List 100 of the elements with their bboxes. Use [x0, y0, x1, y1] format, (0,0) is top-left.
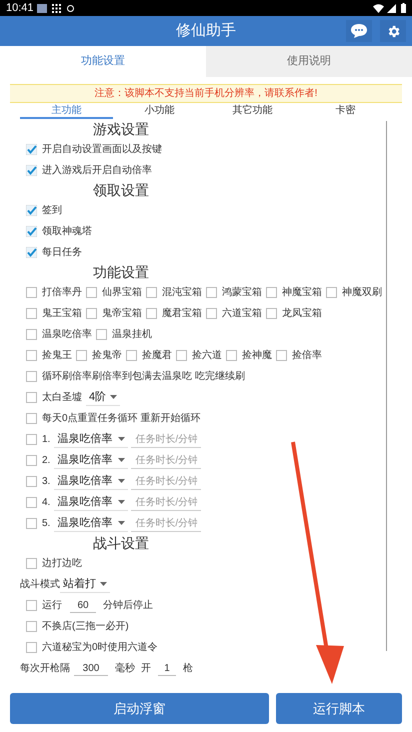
checkbox-box[interactable] — [266, 287, 277, 298]
tab[interactable]: 使用说明 — [206, 46, 412, 77]
checkbox-box[interactable] — [26, 144, 37, 155]
checkbox[interactable]: 鸿蒙宝箱 — [206, 285, 262, 300]
input-field[interactable]: 任务时长/分钟 — [131, 452, 202, 468]
checkbox-box[interactable] — [96, 329, 107, 340]
input-field[interactable]: 任务时长/分钟 — [131, 432, 202, 448]
input-field[interactable]: 任务时长/分钟 — [131, 494, 202, 510]
action-button[interactable]: 启动浮窗 — [10, 693, 269, 724]
checkbox-box[interactable] — [26, 455, 37, 466]
chat-button[interactable] — [346, 20, 372, 42]
checkbox-box[interactable] — [226, 350, 237, 361]
checkbox[interactable]: 仙界宝箱 — [86, 285, 142, 300]
checkbox[interactable]: 鬼王宝箱 — [26, 306, 82, 321]
checkbox[interactable]: 温泉吃倍率 — [26, 327, 92, 342]
checkbox-label: 2. — [42, 454, 50, 468]
checkbox-box[interactable] — [26, 600, 37, 611]
checkbox-box[interactable] — [26, 558, 37, 569]
checkbox[interactable]: 捡神魔 — [226, 348, 272, 363]
checkbox[interactable]: 1. — [26, 432, 50, 447]
checkbox[interactable]: 3. — [26, 474, 50, 489]
checkbox[interactable]: 温泉挂机 — [96, 327, 152, 342]
checkbox[interactable]: 捡鬼帝 — [76, 348, 122, 363]
checkbox[interactable]: 捡魔君 — [126, 348, 172, 363]
checkbox[interactable]: 签到 — [26, 203, 62, 218]
checkbox-label: 1. — [42, 433, 50, 447]
dropdown[interactable]: 温泉吃倍率 — [54, 432, 128, 448]
checkbox[interactable]: 龙凤宝箱 — [266, 306, 322, 321]
checkbox-box[interactable] — [26, 329, 37, 340]
checkbox[interactable]: 太白圣墟 — [26, 390, 82, 405]
checkbox[interactable]: 不换店(三拖一必开) — [26, 619, 129, 634]
checkbox-box[interactable] — [26, 476, 37, 487]
input-field[interactable]: 任务时长/分钟 — [131, 516, 202, 532]
checkbox-box[interactable] — [146, 308, 157, 319]
input-field[interactable]: 任务时长/分钟 — [131, 474, 202, 490]
action-button[interactable]: 运行脚本 — [276, 693, 402, 724]
sub-tab[interactable]: 其它功能 — [206, 103, 299, 119]
checkbox-box[interactable] — [86, 287, 97, 298]
input-field[interactable]: 60 — [70, 598, 96, 613]
checkbox-box[interactable] — [26, 434, 37, 445]
checkbox[interactable]: 神魔宝箱 — [266, 285, 322, 300]
checkbox-box[interactable] — [26, 287, 37, 298]
checkbox-box[interactable] — [26, 350, 37, 361]
checkbox[interactable]: 捡鬼王 — [26, 348, 72, 363]
sub-tab[interactable]: 小功能 — [113, 103, 206, 119]
dropdown[interactable]: 温泉吃倍率 — [54, 452, 128, 468]
checkbox-box[interactable] — [266, 308, 277, 319]
checkbox-box[interactable] — [26, 165, 37, 176]
caret-icon — [118, 479, 126, 483]
checkbox[interactable]: 每日任务 — [26, 245, 82, 260]
checkbox[interactable]: 六道秘宝为0时使用六道令 — [26, 640, 158, 655]
sub-tab[interactable]: 卡密 — [299, 103, 392, 119]
checkbox[interactable]: 混沌宝箱 — [146, 285, 202, 300]
chat-icon — [351, 24, 367, 38]
checkbox[interactable]: 捡倍率 — [276, 348, 322, 363]
checkbox-box[interactable] — [26, 308, 37, 319]
checkbox[interactable]: 边打边吃 — [26, 556, 82, 571]
checkbox-box[interactable] — [26, 392, 37, 403]
checkbox-box[interactable] — [86, 308, 97, 319]
checkbox[interactable]: 运行 — [26, 598, 62, 613]
input-field[interactable]: 300 — [74, 661, 108, 676]
dropdown[interactable]: 温泉吃倍率 — [54, 516, 128, 532]
checkbox-box[interactable] — [26, 413, 37, 424]
input-field[interactable]: 1 — [158, 661, 176, 676]
checkbox-label: 4. — [42, 496, 50, 510]
dropdown[interactable]: 温泉吃倍率 — [54, 494, 128, 510]
checkbox-box[interactable] — [26, 205, 37, 216]
checkbox-box[interactable] — [146, 287, 157, 298]
sub-tab[interactable]: 主功能 — [20, 103, 113, 119]
dropdown[interactable]: 站着打 — [60, 576, 110, 592]
checkbox[interactable]: 神魔双刷 — [326, 285, 382, 300]
check-icon — [26, 165, 37, 176]
checkbox[interactable]: 鬼帝宝箱 — [86, 306, 142, 321]
checkbox[interactable]: 5. — [26, 516, 50, 531]
checkbox-box[interactable] — [176, 350, 187, 361]
checkbox-box[interactable] — [276, 350, 287, 361]
checkbox-box[interactable] — [26, 497, 37, 508]
settings-button[interactable] — [380, 20, 406, 42]
checkbox-box[interactable] — [126, 350, 137, 361]
checkbox-box[interactable] — [206, 308, 217, 319]
checkbox-box[interactable] — [26, 226, 37, 237]
checkbox[interactable]: 六道宝箱 — [206, 306, 262, 321]
checkbox[interactable]: 2. — [26, 453, 50, 468]
dropdown[interactable]: 4阶 — [86, 390, 120, 406]
checkbox-box[interactable] — [76, 350, 87, 361]
checkbox[interactable]: 4. — [26, 495, 50, 510]
checkbox[interactable]: 捡六道 — [176, 348, 222, 363]
checkbox-box[interactable] — [26, 247, 37, 258]
checkbox-box[interactable] — [206, 287, 217, 298]
checkbox-box[interactable] — [26, 642, 37, 653]
checkbox[interactable]: 魔君宝箱 — [146, 306, 202, 321]
checkbox-box[interactable] — [26, 371, 37, 382]
checkbox[interactable]: 领取神魂塔 — [26, 224, 92, 239]
checkbox-box[interactable] — [26, 621, 37, 632]
checkbox[interactable]: 进入游戏后开启自动倍率 — [26, 163, 152, 178]
dropdown[interactable]: 温泉吃倍率 — [54, 474, 128, 490]
checkbox[interactable]: 打倍率丹 — [26, 285, 82, 300]
label: 战斗模式 — [20, 578, 60, 592]
checkbox-box[interactable] — [326, 287, 337, 298]
checkbox-box[interactable] — [26, 518, 37, 529]
